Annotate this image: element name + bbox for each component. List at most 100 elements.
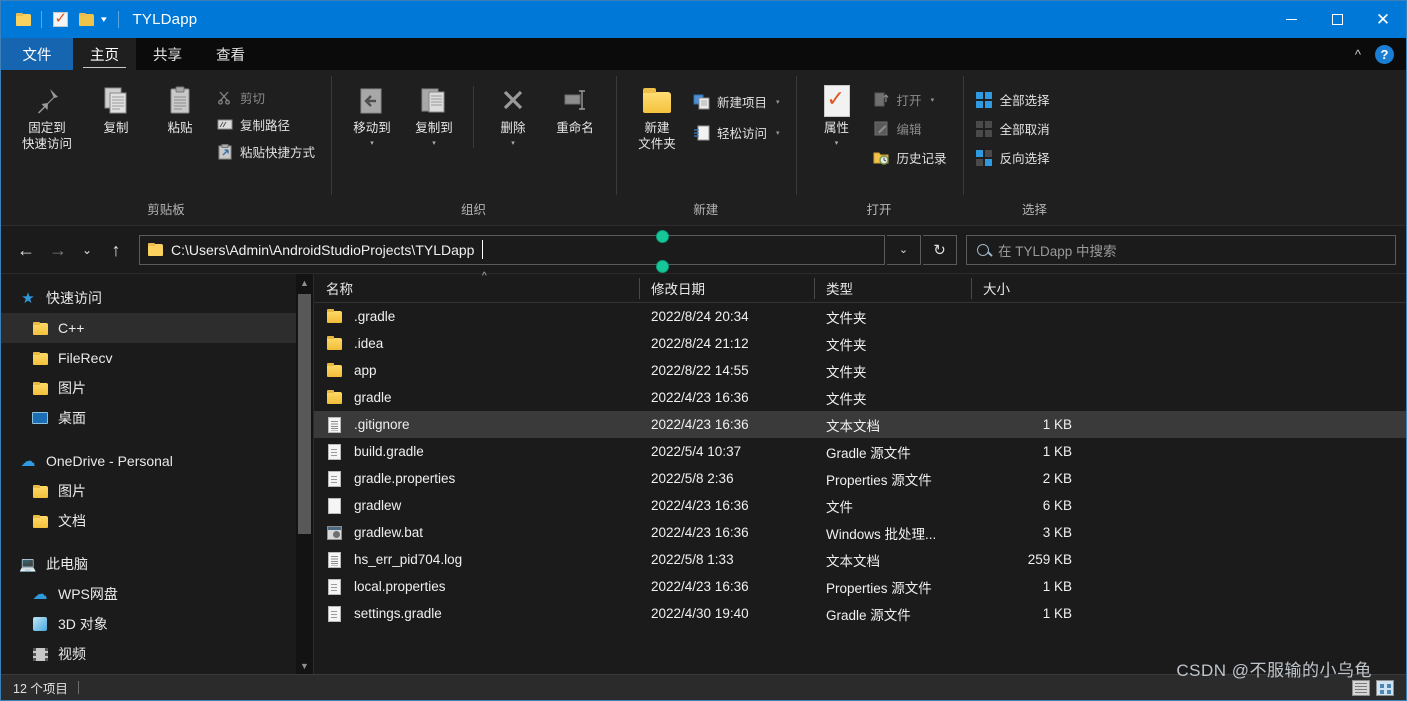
column-header-date[interactable]: 修改日期 — [639, 274, 814, 303]
refresh-button[interactable]: ↻ — [923, 234, 957, 265]
move-to-button[interactable]: 移动到 ▾ — [341, 78, 403, 147]
new-folder-icon — [640, 84, 674, 118]
sidebar-item-desktop[interactable]: 桌面 — [1, 403, 313, 433]
scrollbar-thumb[interactable] — [298, 294, 311, 534]
table-row-selected[interactable]: .gitignore 2022/4/23 16:36 文本文档 1 KB — [314, 411, 1406, 438]
select-all-button[interactable]: 全部选择 — [973, 88, 1097, 111]
details-view-button[interactable] — [1352, 679, 1370, 696]
file-type: 文件 — [826, 499, 853, 515]
table-row[interactable]: app 2022/8/22 14:55 文件夹 — [314, 357, 1406, 384]
large-icons-view-button[interactable] — [1376, 679, 1394, 696]
chevron-down-icon[interactable]: ▾ — [776, 129, 780, 137]
chevron-down-icon[interactable]: ▾ — [370, 140, 374, 147]
sidebar-item-pictures-qa[interactable]: 图片 — [1, 373, 313, 403]
file-size: 1 KB — [1042, 579, 1072, 594]
column-header-type[interactable]: 类型 — [814, 274, 971, 303]
properties-check-icon[interactable] — [47, 7, 73, 33]
paste-shortcut-button[interactable]: 粘贴快捷方式 — [213, 140, 321, 163]
address-input[interactable]: C:\Users\Admin\AndroidStudioProjects\TYL… — [139, 229, 885, 273]
column-label: 名称 — [326, 282, 353, 297]
sidebar-item-wps-cloud[interactable]: ☁ WPS网盘 — [1, 579, 313, 609]
new-folder-qat-icon[interactable] — [73, 7, 99, 33]
tab-share[interactable]: 共享 — [136, 38, 199, 70]
history-button[interactable]: 历史记录 — [870, 146, 953, 169]
table-row[interactable]: gradlew 2022/4/23 16:36 文件 6 KB — [314, 492, 1406, 519]
chevron-down-icon[interactable]: ▾ — [432, 140, 436, 147]
table-row[interactable]: hs_err_pid704.log 2022/5/8 1:33 文本文档 259… — [314, 546, 1406, 573]
sidebar-item-videos[interactable]: 视频 — [1, 639, 313, 669]
minimize-button[interactable] — [1268, 1, 1314, 38]
chevron-down-icon[interactable]: ▾ — [776, 98, 780, 106]
file-name: gradle — [354, 390, 392, 405]
tab-home[interactable]: 主页 — [73, 38, 136, 70]
sidebar-item-filerecv[interactable]: FileRecv — [1, 343, 313, 373]
button-label: 删除 — [500, 121, 526, 135]
sidebar-header-this-pc[interactable]: 💻 此电脑 — [1, 549, 313, 579]
copy-button[interactable]: 复制 — [85, 78, 147, 137]
properties-button[interactable]: 属性 ▾ — [806, 78, 868, 147]
selection-handle-start[interactable] — [656, 229, 669, 243]
open-button[interactable]: 打开 ▾ — [870, 88, 953, 111]
file-name: hs_err_pid704.log — [354, 552, 463, 567]
file-name: app — [354, 363, 377, 378]
copy-path-button[interactable]: 复制路径 — [213, 113, 321, 136]
sidebar-item-cpp[interactable]: C++ — [1, 313, 313, 343]
sidebar-label: C++ — [58, 320, 85, 336]
scroll-down-arrow-icon[interactable]: ▼ — [296, 657, 313, 674]
table-row[interactable]: .idea 2022/8/24 21:12 文件夹 — [314, 330, 1406, 357]
delete-x-icon — [496, 84, 530, 118]
selection-handle-end[interactable] — [656, 259, 669, 273]
table-row[interactable]: settings.gradle 2022/4/30 19:40 Gradle 源… — [314, 600, 1406, 627]
chevron-down-icon[interactable]: ▾ — [97, 15, 115, 24]
tab-file[interactable]: 文件 — [1, 38, 73, 70]
cut-button[interactable]: 剪切 — [213, 86, 321, 109]
paste-button[interactable]: 粘贴 — [149, 78, 211, 137]
new-folder-button[interactable]: 新建 文件夹 — [626, 78, 688, 152]
sidebar-header-quick-access[interactable]: ★ 快速访问 — [1, 283, 313, 313]
table-row[interactable]: gradlew.bat 2022/4/23 16:36 Windows 批处理.… — [314, 519, 1406, 546]
column-header-size[interactable]: 大小 — [971, 274, 1086, 303]
sidebar-scrollbar[interactable]: ▲ ▼ — [296, 274, 313, 674]
scroll-up-arrow-icon[interactable]: ▲ — [296, 274, 313, 291]
invert-selection-button[interactable]: 反向选择 — [973, 146, 1097, 169]
maximize-button[interactable] — [1314, 1, 1360, 38]
sidebar-item-onedrive-pictures[interactable]: 图片 — [1, 476, 313, 506]
help-button[interactable]: ? — [1375, 44, 1394, 64]
sidebar-item-3d-objects[interactable]: 3D 对象 — [1, 609, 313, 639]
select-none-button[interactable]: 全部取消 — [973, 117, 1097, 140]
rename-button[interactable]: 重命名 — [544, 78, 606, 137]
sidebar-label: 图片 — [58, 483, 86, 499]
close-button[interactable]: ✕ — [1360, 1, 1406, 38]
edit-button[interactable]: 编辑 — [870, 117, 953, 140]
table-row[interactable]: gradle 2022/4/23 16:36 文件夹 — [314, 384, 1406, 411]
system-menu-folder-icon[interactable] — [10, 7, 36, 33]
computer-icon: 💻 — [19, 556, 37, 572]
code-doc-icon — [326, 470, 343, 487]
item-count-label: 12 个项目 — [13, 682, 68, 696]
delete-button[interactable]: 删除 ▾ — [482, 78, 544, 147]
new-item-button[interactable]: 新建项目 ▾ — [690, 90, 786, 113]
tab-view[interactable]: 查看 — [199, 38, 262, 70]
search-box[interactable]: 在 TYLDapp 中搜索 — [966, 234, 1396, 265]
file-date: 2022/5/8 2:36 — [651, 471, 734, 486]
button-label: 历史记录 — [896, 152, 947, 166]
chevron-down-icon[interactable]: ▾ — [511, 140, 515, 147]
recent-locations-button[interactable]: ⌄ — [75, 235, 99, 265]
table-row[interactable]: .gradle 2022/8/24 20:34 文件夹 — [314, 303, 1406, 330]
sidebar-item-onedrive-documents[interactable]: 文档 — [1, 506, 313, 536]
table-row[interactable]: local.properties 2022/4/23 16:36 Propert… — [314, 573, 1406, 600]
column-header-name[interactable]: 名称 ^ — [314, 271, 639, 303]
address-dropdown-button[interactable]: ⌄ — [887, 234, 921, 265]
forward-button[interactable]: → — [43, 235, 73, 265]
chevron-down-icon[interactable]: ▾ — [835, 140, 839, 147]
back-button[interactable]: ← — [11, 235, 41, 265]
up-button[interactable]: ↑ — [101, 235, 131, 265]
copy-to-button[interactable]: 复制到 ▾ — [403, 78, 465, 147]
table-row[interactable]: gradle.properties 2022/5/8 2:36 Properti… — [314, 465, 1406, 492]
pin-to-quick-access-button[interactable]: 固定到 快速访问 — [11, 78, 83, 152]
collapse-ribbon-icon[interactable]: ^ — [1351, 47, 1365, 62]
sidebar-header-onedrive[interactable]: ☁ OneDrive - Personal — [1, 446, 313, 476]
easy-access-button[interactable]: 轻松访问 ▾ — [690, 121, 786, 144]
chevron-down-icon[interactable]: ▾ — [931, 96, 935, 104]
table-row[interactable]: build.gradle 2022/5/4 10:37 Gradle 源文件 1… — [314, 438, 1406, 465]
